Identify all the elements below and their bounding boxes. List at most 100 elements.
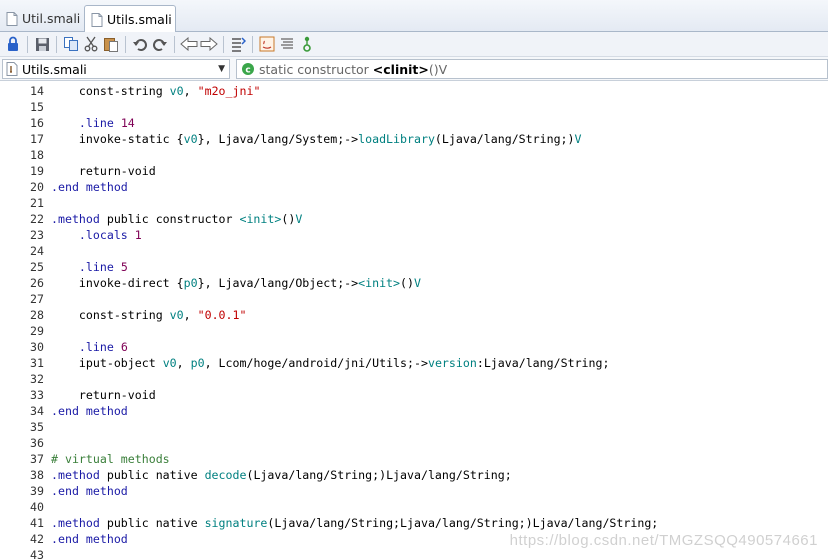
outline-icon[interactable] xyxy=(228,34,248,54)
code-line[interactable]: 17 invoke-static {v0}, Ljava/lang/System… xyxy=(0,131,828,147)
java-icon[interactable] xyxy=(257,34,277,54)
code-line[interactable]: 38 .method public native decode(Ljava/lan… xyxy=(0,467,828,483)
tab-util-smali[interactable]: Util.smali xyxy=(0,5,82,32)
code-token: }, Ljava/lang/System;-> xyxy=(197,132,359,146)
line-number: 34 xyxy=(30,404,44,418)
redo-icon[interactable] xyxy=(150,34,170,54)
code-line[interactable]: 24 xyxy=(0,243,828,259)
line-number: 16 xyxy=(30,116,44,130)
line-number: 28 xyxy=(30,308,44,322)
code-token: (Ljava/lang/String;Ljava/lang/String;)Lj… xyxy=(267,516,659,530)
code-token: decode xyxy=(204,468,247,482)
code-token: p0 xyxy=(190,356,205,370)
code-token: }, Ljava/lang/Object;-> xyxy=(197,276,359,290)
code-token: V xyxy=(574,132,582,146)
code-text: invoke-static {v0}, Ljava/lang/System;->… xyxy=(51,131,582,147)
cut-icon[interactable] xyxy=(81,34,101,54)
code-line[interactable]: 25 .line 5 xyxy=(0,259,828,275)
line-number: 27 xyxy=(30,292,44,306)
code-line[interactable]: 16 .line 14 xyxy=(0,115,828,131)
code-line[interactable]: 30 .line 6 xyxy=(0,339,828,355)
copy-icon[interactable] xyxy=(61,34,81,54)
member-selector[interactable]: c static constructor <clinit>()V xyxy=(236,59,828,79)
code-line[interactable]: 19 return-void xyxy=(0,163,828,179)
code-line[interactable]: 31 iput-object v0, p0, Lcom/hoge/android… xyxy=(0,355,828,371)
code-line[interactable]: 14 const-string v0, "m2o_jni" xyxy=(0,83,828,99)
line-number: 40 xyxy=(30,500,44,514)
paste-icon[interactable] xyxy=(101,34,121,54)
code-text: iput-object v0, p0, Lcom/hoge/android/jn… xyxy=(51,355,610,371)
code-line[interactable]: 32 xyxy=(0,371,828,387)
code-line[interactable]: 22 .method public constructor <init>()V xyxy=(0,211,828,227)
code-token: const-string xyxy=(51,84,170,98)
code-text: .end method xyxy=(51,403,128,419)
code-text: .method public native decode(Ljava/lang/… xyxy=(51,467,512,483)
code-token: # virtual methods xyxy=(51,452,170,466)
code-line[interactable]: 27 xyxy=(0,291,828,307)
code-line[interactable]: 40 xyxy=(0,499,828,515)
line-number: 22 xyxy=(30,212,44,226)
lock-icon[interactable] xyxy=(3,34,23,54)
code-token: <init> xyxy=(358,276,401,290)
undo-icon[interactable] xyxy=(130,34,150,54)
code-text: .method public native signature(Ljava/la… xyxy=(51,515,658,531)
toolbar xyxy=(0,32,828,57)
format-icon[interactable] xyxy=(277,34,297,54)
code-text: return-void xyxy=(51,163,156,179)
code-token: () xyxy=(400,276,414,290)
code-line[interactable]: 34 .end method xyxy=(0,403,828,419)
code-token: , xyxy=(183,308,198,322)
code-line[interactable]: 39 .end method xyxy=(0,483,828,499)
line-number: 43 xyxy=(30,548,44,559)
line-number: 41 xyxy=(30,516,44,530)
code-line[interactable]: 23 .locals 1 xyxy=(0,227,828,243)
code-token: 5 xyxy=(120,260,128,274)
code-token: (Ljava/lang/String;) xyxy=(434,132,575,146)
code-token: <init> xyxy=(239,212,282,226)
line-number: 25 xyxy=(30,260,44,274)
line-number: 20 xyxy=(30,180,44,194)
code-line[interactable]: 37 # virtual methods xyxy=(0,451,828,467)
code-line[interactable]: 26 invoke-direct {p0}, Ljava/lang/Object… xyxy=(0,275,828,291)
code-token: , xyxy=(176,356,191,370)
file-selector-label: Utils.smali xyxy=(22,61,87,77)
code-line[interactable]: 18 xyxy=(0,147,828,163)
back-icon[interactable] xyxy=(179,34,199,54)
code-token: .method xyxy=(51,516,107,530)
code-token: :Ljava/lang/String; xyxy=(476,356,610,370)
code-token: return-void xyxy=(51,164,156,178)
code-token: public constructor xyxy=(106,212,240,226)
tab-utils-smali[interactable]: Utils.smali xyxy=(84,5,176,33)
code-text: .method public constructor <init>()V xyxy=(51,211,302,227)
breadcrumb-bar: Utils.smali ▼ c static constructor <clin… xyxy=(0,57,828,81)
code-text: .line 14 xyxy=(51,115,135,131)
file-selector[interactable]: Utils.smali ▼ xyxy=(2,59,230,79)
code-text: .end method xyxy=(51,483,128,499)
code-line[interactable]: 33 return-void xyxy=(0,387,828,403)
save-icon[interactable] xyxy=(32,34,52,54)
code-line[interactable]: 36 xyxy=(0,435,828,451)
code-text: .line 5 xyxy=(51,259,128,275)
code-token: V xyxy=(414,276,421,290)
code-line[interactable]: 21 xyxy=(0,195,828,211)
code-token: .end method xyxy=(51,484,128,498)
line-number: 36 xyxy=(30,436,44,450)
code-line[interactable]: 15 xyxy=(0,99,828,115)
line-number: 37 xyxy=(30,452,44,466)
chevron-down-icon[interactable]: ▼ xyxy=(218,64,225,74)
code-line[interactable]: 35 xyxy=(0,419,828,435)
code-token: "m2o_jni" xyxy=(197,84,261,98)
code-token: .locals xyxy=(51,228,135,242)
code-line[interactable]: 20 .end method xyxy=(0,179,828,195)
code-token: () xyxy=(281,212,296,226)
code-line[interactable]: 29 xyxy=(0,323,828,339)
file-icon xyxy=(6,11,18,26)
code-text: .end method xyxy=(51,531,128,547)
tree-icon[interactable] xyxy=(297,34,317,54)
tab-label: Utils.smali xyxy=(107,12,172,27)
forward-icon[interactable] xyxy=(199,34,219,54)
line-number: 21 xyxy=(30,196,44,210)
code-line[interactable]: 28 const-string v0, "0.0.1" xyxy=(0,307,828,323)
code-line[interactable]: 41 .method public native signature(Ljava/… xyxy=(0,515,828,531)
code-editor[interactable]: 14 const-string v0, "m2o_jni" 15 16 .line … xyxy=(0,81,828,559)
